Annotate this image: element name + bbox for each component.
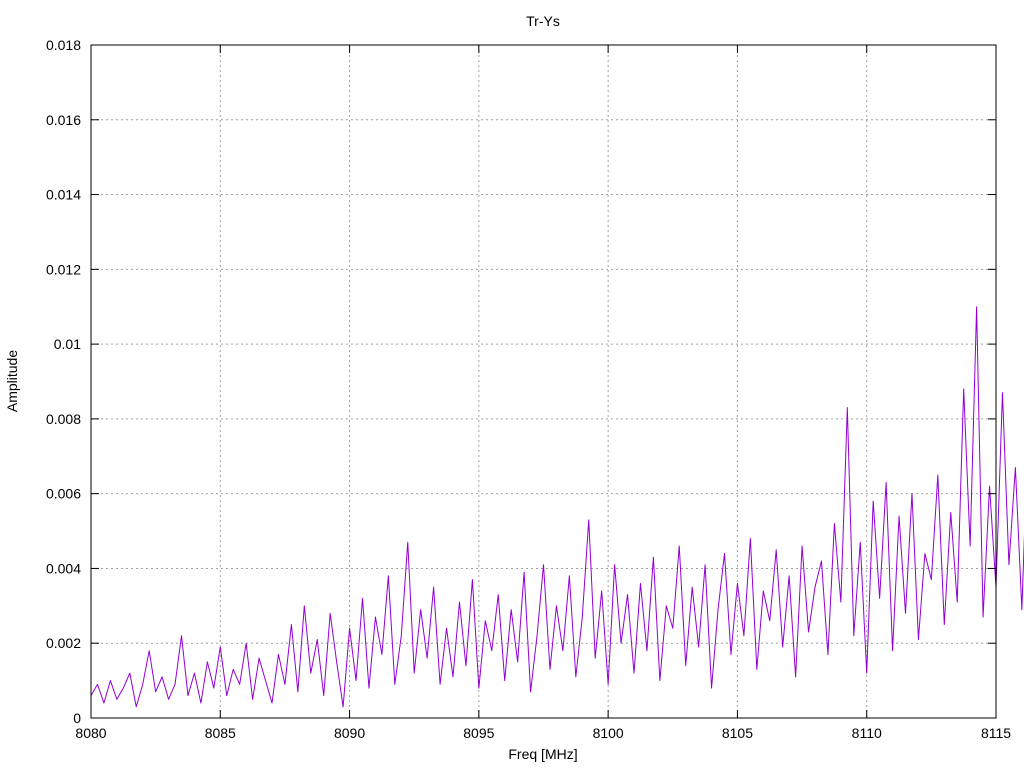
x-tick-label: 8080 xyxy=(75,725,106,741)
x-tick-label: 8085 xyxy=(205,725,236,741)
y-tick-label: 0.018 xyxy=(46,37,81,53)
plot-area xyxy=(90,306,1024,708)
x-tick-label: 8105 xyxy=(722,725,753,741)
y-tick-label: 0.016 xyxy=(46,112,81,128)
x-tick-label: 8110 xyxy=(852,725,882,741)
x-tick-label: 8095 xyxy=(463,725,494,741)
plot-frame xyxy=(90,44,997,719)
x-tick-label: 8115 xyxy=(981,725,1011,741)
x-tick-label: 8100 xyxy=(593,725,624,741)
amplitude-chart: Tr-Ys 8080 8085 8090 8095 8100 8105 8110 8115 0… xyxy=(4,13,1024,762)
y-tick-label: 0.004 xyxy=(46,560,81,576)
y-tick-label: 0.008 xyxy=(46,411,81,427)
axis-ticks xyxy=(90,44,997,719)
y-tick-label: 0.002 xyxy=(46,635,81,651)
grid-lines xyxy=(91,45,996,718)
y-tick-label: 0.012 xyxy=(46,261,81,277)
y-axis-label: Amplitude xyxy=(4,350,20,412)
x-axis-label: Freq [MHz] xyxy=(508,746,577,762)
chart-title: Tr-Ys xyxy=(526,13,560,29)
x-tick-label: 8090 xyxy=(334,725,365,741)
y-tick-label: 0 xyxy=(73,710,81,726)
amplitude-series-line xyxy=(90,306,1024,708)
y-axis-tick-labels: 0 0.002 0.004 0.006 0.008 0.01 0.012 0.014 0.016… xyxy=(46,37,81,726)
y-tick-label: 0.014 xyxy=(46,187,81,203)
x-axis-tick-labels: 8080 8085 8090 8095 8100 8105 8110 8115 xyxy=(75,725,1011,741)
y-tick-label: 0.006 xyxy=(46,486,81,502)
y-tick-label: 0.01 xyxy=(54,336,81,352)
